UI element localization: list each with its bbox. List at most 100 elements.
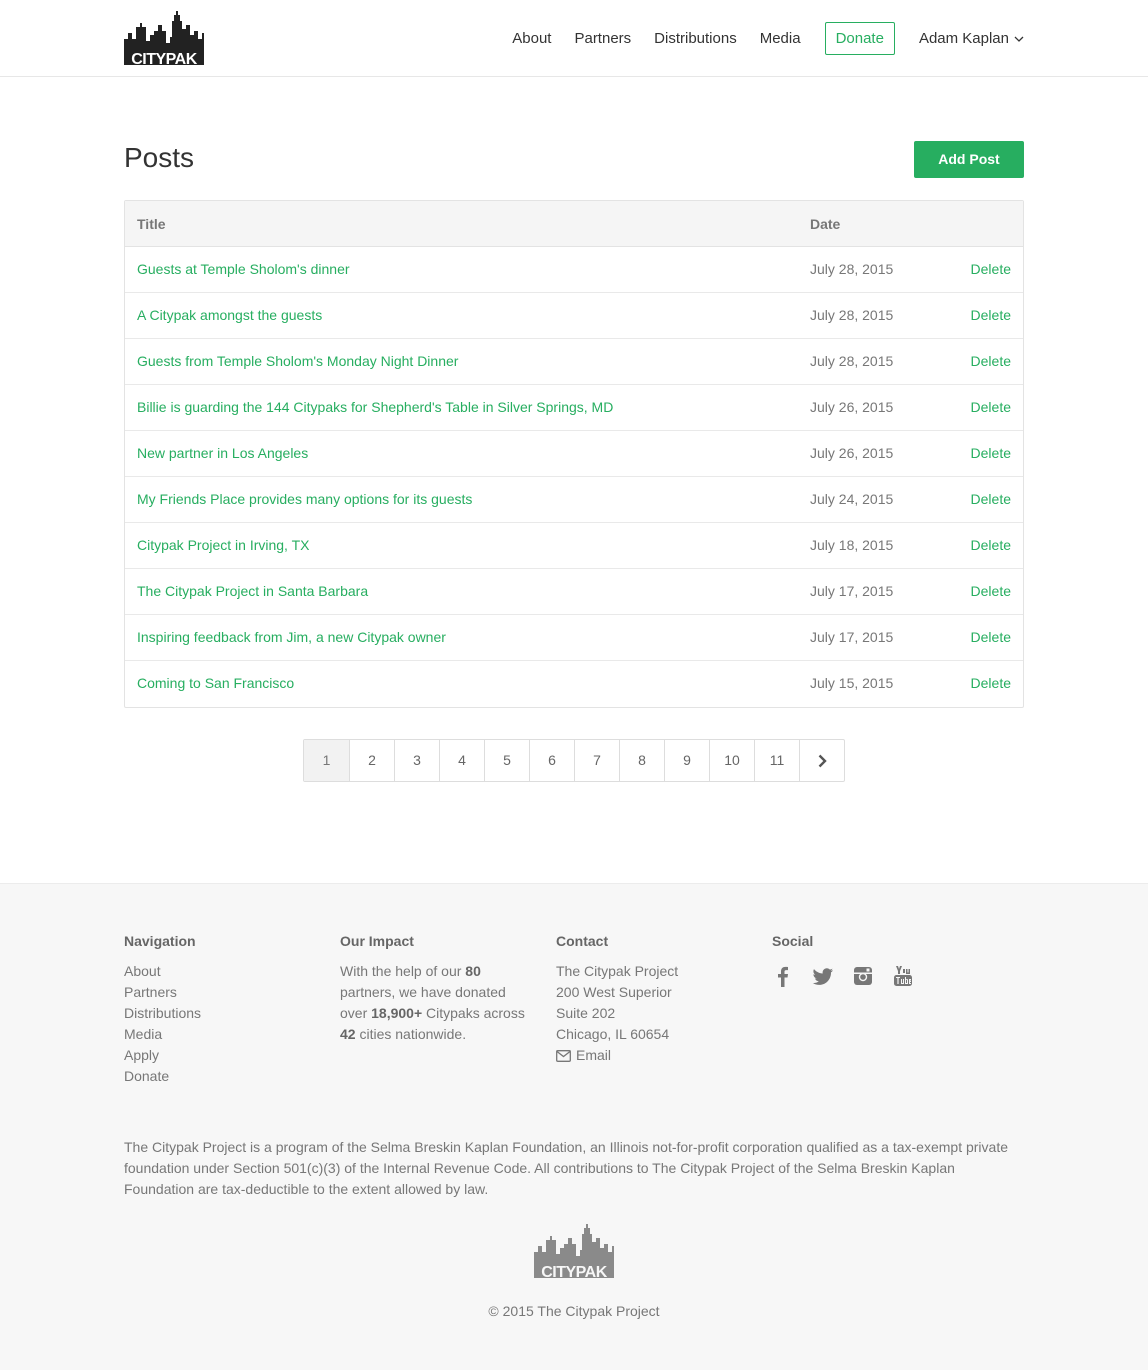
page-5[interactable]: 5 xyxy=(484,740,529,781)
column-header-date: Date xyxy=(810,216,841,232)
donate-button[interactable]: Donate xyxy=(824,22,895,55)
table-row: The Citypak Project in Santa Barbara July… xyxy=(125,569,1023,615)
legal-disclaimer: The Citypak Project is a program of the … xyxy=(124,1139,1008,1197)
add-post-button[interactable]: Add Post xyxy=(914,141,1024,178)
page-7[interactable]: 7 xyxy=(574,740,619,781)
delete-post-link[interactable]: Delete xyxy=(971,675,1011,691)
footer-link-apply[interactable]: Apply xyxy=(124,1045,324,1066)
user-name: Adam Kaplan xyxy=(918,30,1009,47)
contact-suite: Suite 202 xyxy=(556,1005,616,1021)
nav-about[interactable]: About xyxy=(512,22,551,55)
footer-link-donate[interactable]: Donate xyxy=(124,1066,324,1087)
footer-link-media[interactable]: Media xyxy=(124,1024,324,1045)
page-9[interactable]: 9 xyxy=(664,740,709,781)
citypak-logo[interactable]: CITYPAK xyxy=(124,11,204,65)
page-4[interactable]: 4 xyxy=(439,740,484,781)
post-date: July 15, 2015 xyxy=(810,675,894,691)
footer-contact-heading: Contact xyxy=(556,933,609,949)
impact-text: With the help of our 80 partners, we hav… xyxy=(340,963,525,1042)
nav-media[interactable]: Media xyxy=(760,22,801,55)
footer-citypak-logo[interactable]: CITYPAK xyxy=(534,1224,614,1278)
footer-link-distributions[interactable]: Distributions xyxy=(124,1003,324,1024)
delete-post-link[interactable]: Delete xyxy=(971,399,1011,415)
post-date: July 28, 2015 xyxy=(810,261,894,277)
chevron-down-icon xyxy=(1014,36,1024,42)
contact-city: Chicago, IL 60654 xyxy=(556,1026,670,1042)
post-title-link[interactable]: Guests from Temple Sholom's Monday Night… xyxy=(137,353,458,369)
envelope-icon xyxy=(556,1049,571,1062)
post-title-link[interactable]: Guests at Temple Sholom's dinner xyxy=(137,261,350,277)
post-title-link[interactable]: New partner in Los Angeles xyxy=(137,445,308,461)
post-date: July 26, 2015 xyxy=(810,399,894,415)
post-date: July 17, 2015 xyxy=(810,629,894,645)
footer-link-partners[interactable]: Partners xyxy=(124,982,324,1003)
page-title: Posts xyxy=(124,142,195,173)
page-6[interactable]: 6 xyxy=(529,740,574,781)
post-title-link[interactable]: Billie is guarding the 144 Citypaks for … xyxy=(137,399,613,415)
nav-partners[interactable]: Partners xyxy=(574,22,631,55)
pagination: 1 2 3 4 5 6 7 8 9 10 11 xyxy=(303,739,845,782)
contact-org: The Citypak Project xyxy=(556,963,679,979)
copyright: © 2015 The Citypak Project xyxy=(488,1303,660,1319)
chevron-right-icon xyxy=(818,754,827,768)
delete-post-link[interactable]: Delete xyxy=(971,491,1011,507)
footer-link-about[interactable]: About xyxy=(124,961,324,982)
site-header: CITYPAK About Partners Distributions Med… xyxy=(0,0,1148,77)
site-footer: Navigation About Partners Distributions … xyxy=(0,883,1148,1370)
youtube-icon[interactable] xyxy=(892,965,914,987)
post-date: July 28, 2015 xyxy=(810,353,894,369)
footer-contact: Contact The Citypak Project 200 West Sup… xyxy=(556,933,756,1066)
footer-social-heading: Social xyxy=(772,933,814,949)
footer-impact-heading: Our Impact xyxy=(340,933,414,949)
impact-partners-count: 80 xyxy=(465,963,481,979)
post-title-link[interactable]: Inspiring feedback from Jim, a new Cityp… xyxy=(137,629,446,645)
impact-cities-count: 42 xyxy=(340,1026,356,1042)
post-title-link[interactable]: Citypak Project in Irving, TX xyxy=(137,537,309,553)
next-page-button[interactable] xyxy=(799,740,844,781)
footer-impact: Our Impact With the help of our 80 partn… xyxy=(340,933,525,1045)
delete-post-link[interactable]: Delete xyxy=(971,445,1011,461)
delete-post-link[interactable]: Delete xyxy=(971,353,1011,369)
page-11[interactable]: 11 xyxy=(754,740,799,781)
delete-post-link[interactable]: Delete xyxy=(971,537,1011,553)
post-date: July 18, 2015 xyxy=(810,537,894,553)
footer-social: Social xyxy=(772,933,972,987)
delete-post-link[interactable]: Delete xyxy=(971,583,1011,599)
contact-email-link[interactable]: Email xyxy=(556,1045,756,1066)
main-nav: About Partners Distributions Media Donat… xyxy=(489,22,1024,55)
twitter-icon[interactable] xyxy=(812,965,834,987)
nav-distributions[interactable]: Distributions xyxy=(654,22,737,55)
post-date: July 26, 2015 xyxy=(810,445,894,461)
page-1[interactable]: 1 xyxy=(304,740,349,781)
instagram-icon[interactable] xyxy=(852,965,874,987)
contact-street: 200 West Superior xyxy=(556,984,672,1000)
table-row: New partner in Los Angeles July 26, 2015 D… xyxy=(125,431,1023,477)
user-menu[interactable]: Adam Kaplan xyxy=(919,22,1024,55)
page-10[interactable]: 10 xyxy=(709,740,754,781)
delete-post-link[interactable]: Delete xyxy=(971,307,1011,323)
footer-navigation: Navigation About Partners Distributions … xyxy=(124,933,324,1087)
post-title-link[interactable]: A Citypak amongst the guests xyxy=(137,307,322,323)
footer-logo-wordmark: CITYPAK xyxy=(541,1264,607,1278)
table-row: Coming to San Francisco July 15, 2015 Dele… xyxy=(125,661,1023,707)
post-date: July 17, 2015 xyxy=(810,583,894,599)
table-row: Guests from Temple Sholom's Monday Night… xyxy=(125,339,1023,385)
page-8[interactable]: 8 xyxy=(619,740,664,781)
posts-table: Title Date Guests at Temple Sholom's din… xyxy=(124,200,1024,708)
table-row: A Citypak amongst the guests July 28, 201… xyxy=(125,293,1023,339)
footer-navigation-heading: Navigation xyxy=(124,933,196,949)
page-3[interactable]: 3 xyxy=(394,740,439,781)
post-title-link[interactable]: Coming to San Francisco xyxy=(137,675,294,691)
table-header: Title Date xyxy=(125,201,1023,247)
post-title-link[interactable]: The Citypak Project in Santa Barbara xyxy=(137,583,368,599)
delete-post-link[interactable]: Delete xyxy=(971,629,1011,645)
table-row: Billie is guarding the 144 Citypaks for … xyxy=(125,385,1023,431)
post-title-link[interactable]: My Friends Place provides many options f… xyxy=(137,491,472,507)
table-row: Citypak Project in Irving, TX July 18, 20… xyxy=(125,523,1023,569)
table-row: Guests at Temple Sholom's dinner July 28,… xyxy=(125,247,1023,293)
page-2[interactable]: 2 xyxy=(349,740,394,781)
impact-citypaks-count: 18,900+ xyxy=(371,1005,423,1021)
delete-post-link[interactable]: Delete xyxy=(971,261,1011,277)
table-row: My Friends Place provides many options f… xyxy=(125,477,1023,523)
facebook-icon[interactable] xyxy=(772,965,794,987)
